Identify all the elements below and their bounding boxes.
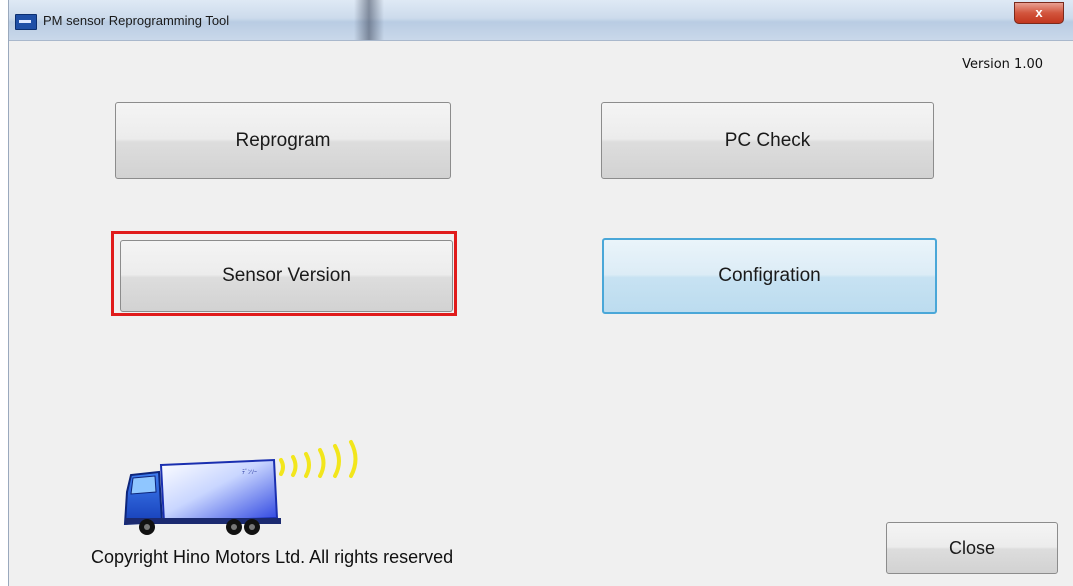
reprogram-button-label: Reprogram — [235, 129, 331, 151]
sensor-version-button-label: Sensor Version — [222, 265, 351, 286]
truck-cargo-box — [159, 458, 279, 524]
configuration-button[interactable]: Configration — [602, 238, 937, 314]
pc-check-button[interactable]: PC Check — [601, 102, 934, 179]
version-label: Version 1.00 — [962, 57, 1043, 72]
close-button-label: Close — [948, 537, 996, 558]
sensor-version-button[interactable]: Sensor Version — [120, 240, 453, 312]
truck-window — [130, 475, 157, 495]
copyright-text: Copyright Hino Motors Ltd. All rights re… — [91, 547, 454, 567]
reprogram-button[interactable]: Reprogram — [115, 102, 451, 179]
pc-check-button-label: PC Check — [724, 129, 811, 151]
signal-waves — [279, 440, 358, 478]
close-button[interactable]: Close — [886, 522, 1058, 574]
truck-logo-mark: ﾃﾞﾝｿｰ — [242, 469, 257, 476]
configuration-button-label: Configration — [718, 265, 821, 286]
window-title: PM sensor Reprogramming Tool — [43, 13, 230, 28]
title-bar-shadow — [354, 0, 384, 40]
window-close-button[interactable]: x — [1014, 2, 1064, 24]
truck-icon: ﾃﾞﾝｿｰ — [123, 440, 358, 535]
title-bar: PM sensor Reprogramming Tool x — [9, 0, 1073, 41]
main-window: PM sensor Reprogramming Tool x Version 1… — [8, 0, 1073, 586]
app-icon — [15, 14, 37, 30]
